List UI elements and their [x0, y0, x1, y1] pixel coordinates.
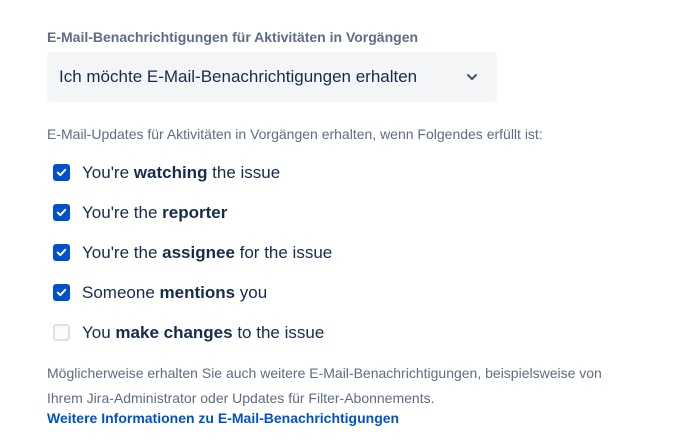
intro-text: E-Mail-Updates für Aktivitäten in Vorgän…: [47, 126, 543, 142]
option-watching[interactable]: You're watching the issue: [53, 162, 332, 202]
check-icon: [56, 248, 67, 257]
option-mentions[interactable]: Someone mentions you: [53, 282, 332, 322]
section-label: E-Mail-Benachrichtigungen für Aktivitäte…: [47, 29, 419, 45]
option-assignee[interactable]: You're the assignee for the issue: [53, 242, 332, 282]
footer-line-1: Möglicherweise erhalten Sie auch weitere…: [47, 365, 602, 381]
option-reporter[interactable]: You're the reporter: [53, 202, 332, 242]
option-label: You're the reporter: [82, 203, 228, 222]
notification-select[interactable]: Ich möchte E-Mail-Benachrichtigungen erh…: [47, 52, 497, 102]
learn-more-link[interactable]: Weitere Informationen zu E-Mail-Benachri…: [47, 410, 399, 426]
options-list: You're watching the issue You're the rep…: [53, 162, 332, 362]
option-label: You make changes to the issue: [82, 323, 325, 342]
footer-line-2: Ihrem Jira-Administrator oder Updates fü…: [47, 390, 435, 406]
select-value: Ich möchte E-Mail-Benachrichtigungen erh…: [59, 67, 418, 86]
checkbox-watching[interactable]: [53, 164, 70, 181]
checkbox-assignee[interactable]: [53, 244, 70, 261]
option-make-changes[interactable]: You make changes to the issue: [53, 322, 332, 362]
footer-text: Möglicherweise erhalten Sie auch weitere…: [47, 361, 647, 411]
chevron-down-icon: [467, 74, 477, 80]
checkbox-make-changes[interactable]: [53, 324, 70, 341]
check-icon: [56, 288, 67, 297]
check-icon: [56, 208, 67, 217]
checkbox-mentions[interactable]: [53, 284, 70, 301]
option-label: Someone mentions you: [82, 283, 268, 302]
option-label: You're the assignee for the issue: [82, 243, 333, 262]
checkbox-reporter[interactable]: [53, 204, 70, 221]
check-icon: [56, 168, 67, 177]
option-label: You're watching the issue: [82, 163, 281, 182]
